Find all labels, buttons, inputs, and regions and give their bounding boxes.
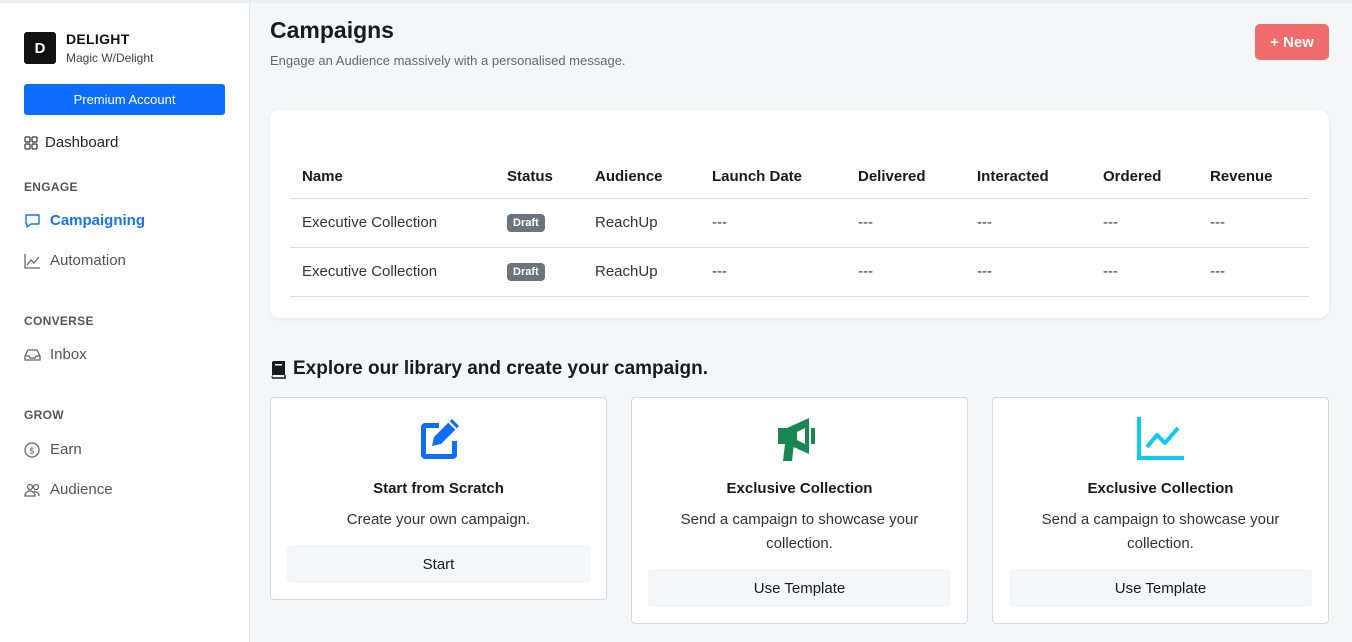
sidebar-item-earn[interactable]: $ Earn	[24, 441, 82, 458]
column-header-name[interactable]: Name	[290, 156, 495, 199]
template-card-exclusive-collection[interactable]: Exclusive Collection Send a campaign to …	[631, 397, 968, 624]
card-title: Exclusive Collection	[726, 480, 873, 497]
premium-account-button[interactable]: Premium Account	[24, 84, 225, 115]
sidebar-item-label: Inbox	[50, 346, 87, 363]
coin-icon: $	[24, 441, 40, 458]
use-template-button[interactable]: Use Template	[648, 569, 951, 607]
sidebar-item-dashboard[interactable]: Dashboard	[24, 134, 118, 151]
campaigns-table: Name Status Audience Launch Date Deliver…	[290, 156, 1309, 297]
card-title: Exclusive Collection	[1087, 480, 1234, 497]
cell-launch-date: ---	[700, 198, 846, 248]
card-title: Start from Scratch	[373, 480, 504, 497]
sidebar-item-campaigning[interactable]: Campaigning	[24, 212, 145, 229]
cell-status: Draft	[495, 198, 583, 248]
card-description: Send a campaign to showcase your collect…	[1041, 511, 1280, 552]
campaigns-table-card: Name Status Audience Launch Date Deliver…	[270, 110, 1329, 318]
table-header-row: Name Status Audience Launch Date Deliver…	[290, 156, 1309, 199]
cell-audience: ReachUp	[583, 247, 700, 297]
inbox-icon	[24, 348, 41, 361]
cell-audience: ReachUp	[583, 198, 700, 248]
start-button[interactable]: Start	[287, 545, 590, 583]
brand-subtitle: Magic W/Delight	[66, 51, 154, 65]
section-label-engage: ENGAGE	[24, 180, 78, 194]
table-row[interactable]: Executive Collection Draft ReachUp --- -…	[290, 247, 1309, 297]
people-icon	[24, 483, 40, 497]
megaphone-icon	[775, 414, 825, 469]
sidebar-item-label: Campaigning	[50, 212, 146, 229]
status-badge: Draft	[507, 214, 545, 232]
column-header-delivered[interactable]: Delivered	[846, 156, 965, 199]
edit-icon	[414, 414, 464, 469]
sidebar: D DELIGHT Magic W/Delight Premium Accoun…	[0, 3, 250, 642]
section-label-converse: CONVERSE	[24, 314, 94, 328]
cell-interacted: ---	[965, 198, 1091, 248]
cell-revenue: ---	[1198, 198, 1309, 248]
card-description: Send a campaign to showcase your collect…	[680, 511, 919, 552]
column-header-status[interactable]: Status	[495, 156, 583, 199]
sidebar-item-label: Dashboard	[45, 134, 119, 151]
cell-name[interactable]: Executive Collection	[290, 198, 495, 248]
library-title: Explore our library and create your camp…	[293, 358, 708, 379]
use-template-button[interactable]: Use Template	[1009, 569, 1312, 607]
template-card-scratch[interactable]: Start from Scratch Create your own campa…	[270, 397, 607, 600]
cell-ordered: ---	[1091, 247, 1198, 297]
cell-status: Draft	[495, 247, 583, 297]
chat-square-icon	[25, 213, 40, 228]
chart-line-icon	[1136, 414, 1186, 469]
cell-name[interactable]: Executive Collection	[290, 247, 495, 297]
card-description: Create your own campaign.	[346, 511, 531, 528]
sidebar-item-automation[interactable]: Automation	[24, 252, 126, 269]
graph-up-icon	[24, 253, 40, 269]
brand[interactable]: D DELIGHT Magic W/Delight	[24, 31, 153, 65]
section-label-grow: GROW	[24, 408, 64, 422]
cell-launch-date: ---	[700, 247, 846, 297]
cell-interacted: ---	[965, 247, 1091, 297]
sidebar-item-inbox[interactable]: Inbox	[24, 346, 87, 363]
cell-delivered: ---	[846, 198, 965, 248]
cell-ordered: ---	[1091, 198, 1198, 248]
svg-text:$: $	[29, 446, 35, 456]
column-header-ordered[interactable]: Ordered	[1091, 156, 1198, 199]
sidebar-item-label: Audience	[50, 481, 113, 498]
cell-revenue: ---	[1198, 247, 1309, 297]
column-header-revenue[interactable]: Revenue	[1198, 156, 1309, 199]
column-header-audience[interactable]: Audience	[583, 156, 700, 199]
page-subtitle: Engage an Audience massively with a pers…	[270, 53, 626, 68]
brand-logo: D	[24, 32, 56, 64]
sidebar-item-label: Automation	[50, 252, 126, 269]
brand-name: DELIGHT	[66, 31, 130, 47]
table-row[interactable]: Executive Collection Draft ReachUp --- -…	[290, 198, 1309, 248]
column-header-launch-date[interactable]: Launch Date	[700, 156, 846, 199]
book-icon	[271, 360, 286, 379]
dashboard-grid-icon	[24, 135, 38, 150]
sidebar-item-label: Earn	[50, 441, 82, 458]
new-campaign-button[interactable]: + New	[1255, 24, 1329, 60]
page-title: Campaigns	[270, 17, 394, 43]
template-card-exclusive-collection[interactable]: Exclusive Collection Send a campaign to …	[992, 397, 1329, 624]
sidebar-item-audience[interactable]: Audience	[24, 481, 113, 498]
cell-delivered: ---	[846, 247, 965, 297]
library-heading: Explore our library and create your camp…	[270, 358, 708, 380]
status-badge: Draft	[507, 263, 545, 281]
column-header-interacted[interactable]: Interacted	[965, 156, 1091, 199]
